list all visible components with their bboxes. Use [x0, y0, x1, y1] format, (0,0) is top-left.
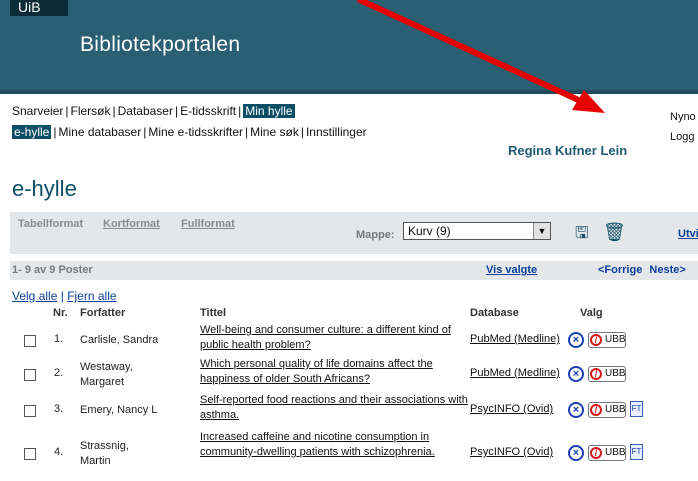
subnav-e-hylle[interactable]: e-hylle — [12, 125, 52, 139]
mappe-label: Mappe: — [356, 229, 395, 241]
col-database: Database — [470, 307, 519, 319]
row-actions: × / UBB — [568, 365, 698, 385]
nav-e-tidsskrift[interactable]: E-tidsskrift — [180, 104, 236, 118]
select-all-link[interactable]: Velg alle — [12, 289, 57, 303]
row-author: Westaway, Margaret — [80, 361, 133, 388]
subnav-mine-databaser[interactable]: Mine databaser — [58, 125, 141, 139]
uib-badge[interactable]: UiB — [10, 0, 68, 16]
row-checkbox[interactable] — [24, 405, 36, 417]
remove-icon[interactable]: × — [568, 445, 584, 461]
prev-link[interactable]: <Forrige — [598, 264, 642, 276]
select-separator: | — [60, 289, 64, 303]
format-tabell[interactable]: Tabellformat — [18, 218, 83, 230]
row-title-link[interactable]: Self-reported food reactions and their a… — [200, 393, 470, 423]
fulltext-icon[interactable]: FT — [630, 444, 643, 460]
subnav-mine-e-tidsskrifter[interactable]: Mine e-tidsskrifter — [148, 125, 243, 139]
uib-badge-text: UiB — [18, 0, 41, 15]
deselect-all-link[interactable]: Fjern alle — [67, 289, 116, 303]
secondary-nav: e-hylle | Mine databaser | Mine e-tidsskrift… — [12, 125, 367, 139]
ubb-label: UBB — [605, 404, 626, 415]
col-tittel: Tittel — [200, 307, 227, 319]
next-link[interactable]: Neste> — [649, 264, 685, 276]
chevron-down-icon[interactable]: ▼ — [533, 223, 550, 239]
nav-snarveier[interactable]: Snarveier — [12, 104, 63, 118]
nav-databaser[interactable]: Databaser — [118, 104, 173, 118]
row-title-link[interactable]: Well-being and consumer culture: a diffe… — [200, 323, 470, 353]
select-links: Velg alle | Fjern alle — [12, 289, 117, 303]
table-row: 2. Westaway, Margaret Which personal quali… — [10, 357, 698, 391]
row-checkbox[interactable] — [24, 335, 36, 347]
format-full[interactable]: Fullformat — [181, 218, 235, 230]
row-database-link[interactable]: PubMed (Medline) — [470, 367, 560, 379]
sfx-icon: / — [590, 404, 602, 416]
row-author: Carlisle, Sandra — [80, 334, 159, 346]
ubb-button[interactable]: / UBB — [588, 402, 626, 418]
row-author: Emery, Nancy L — [80, 404, 158, 416]
ubb-button[interactable]: / UBB — [588, 445, 626, 461]
trash-icon[interactable]: 🗑 — [603, 222, 626, 243]
save-icon[interactable]: 🖫 — [575, 222, 589, 249]
user-name: Regina Kufner Lein — [508, 143, 628, 158]
row-number: 1. — [54, 333, 64, 345]
row-database-link[interactable]: PsycINFO (Ovid) — [470, 403, 553, 415]
format-kort[interactable]: Kortformat — [103, 218, 160, 230]
remove-icon[interactable]: × — [568, 366, 584, 382]
ubb-label: UBB — [605, 447, 626, 458]
nav-flersok[interactable]: Flersøk — [70, 104, 110, 118]
row-database-link[interactable]: PsycINFO (Ovid) — [470, 446, 553, 458]
folder-select-value: Kurv (9) — [408, 224, 451, 238]
col-forfatter: Forfatter — [80, 307, 126, 319]
subnav-innstillinger[interactable]: Innstillinger — [306, 125, 367, 139]
utvidet-link[interactable]: Utvidet — [678, 228, 698, 240]
row-actions: × / UBB FT — [568, 444, 698, 464]
ubb-button[interactable]: / UBB — [588, 366, 626, 382]
row-title-link[interactable]: Increased caffeine and nicotine consumpt… — [200, 430, 470, 460]
row-checkbox[interactable] — [24, 369, 36, 381]
row-database-link[interactable]: PubMed (Medline) — [470, 333, 560, 345]
ubb-label: UBB — [605, 368, 626, 379]
table-row: 4. Strassnig, Martin Increased caffeine an… — [10, 430, 698, 476]
result-count: 1- 9 av 9 Poster — [12, 264, 93, 276]
primary-nav: Snarveier | Flersøk | Databaser | E-tidsskrift… — [12, 104, 295, 118]
subnav-mine-sok[interactable]: Mine søk — [250, 125, 299, 139]
folder-select[interactable]: Kurv (9) ▼ — [403, 222, 551, 240]
sfx-icon: / — [590, 447, 602, 459]
portal-header: UiB Bibliotekportalen — [0, 0, 698, 94]
col-valg: Valg — [580, 307, 603, 319]
table-row: 1. Carlisle, Sandra Well-being and consume… — [10, 323, 698, 357]
show-selected-link[interactable]: Vis valgte — [486, 264, 537, 276]
header-stripe — [0, 90, 698, 94]
fulltext-icon[interactable]: FT — [630, 401, 643, 417]
logout-link[interactable]: Logg — [670, 131, 694, 143]
remove-icon[interactable]: × — [568, 402, 584, 418]
sfx-icon: / — [590, 368, 602, 380]
sfx-icon: / — [590, 334, 602, 346]
remove-icon[interactable]: × — [568, 332, 584, 348]
toolbar: Tabellformat Kortformat Fullformat Mappe… — [10, 212, 698, 254]
row-title-link[interactable]: Which personal quality of life domains a… — [200, 357, 470, 387]
nav-min-hylle[interactable]: Min hylle — [243, 104, 295, 118]
col-nr: Nr. — [53, 307, 68, 319]
language-link[interactable]: Nyno — [670, 111, 696, 123]
ubb-label: UBB — [605, 334, 626, 345]
row-author: Strassnig, Martin — [80, 440, 129, 467]
row-actions: × / UBB — [568, 331, 698, 351]
result-count-bar: 1- 9 av 9 Poster Vis valgte <Forrige Nes… — [10, 261, 698, 280]
table-row: 3. Emery, Nancy L Self-reported food react… — [10, 393, 698, 427]
row-checkbox[interactable] — [24, 448, 36, 460]
pagination: <Forrige Neste> — [598, 264, 686, 276]
portal-title: Bibliotekportalen — [80, 33, 241, 56]
row-number: 2. — [54, 367, 64, 379]
page-title: e-hylle — [12, 176, 77, 201]
row-number: 4. — [54, 446, 64, 458]
row-number: 3. — [54, 403, 64, 415]
row-actions: × / UBB FT — [568, 401, 698, 421]
ubb-button[interactable]: / UBB — [588, 332, 626, 348]
